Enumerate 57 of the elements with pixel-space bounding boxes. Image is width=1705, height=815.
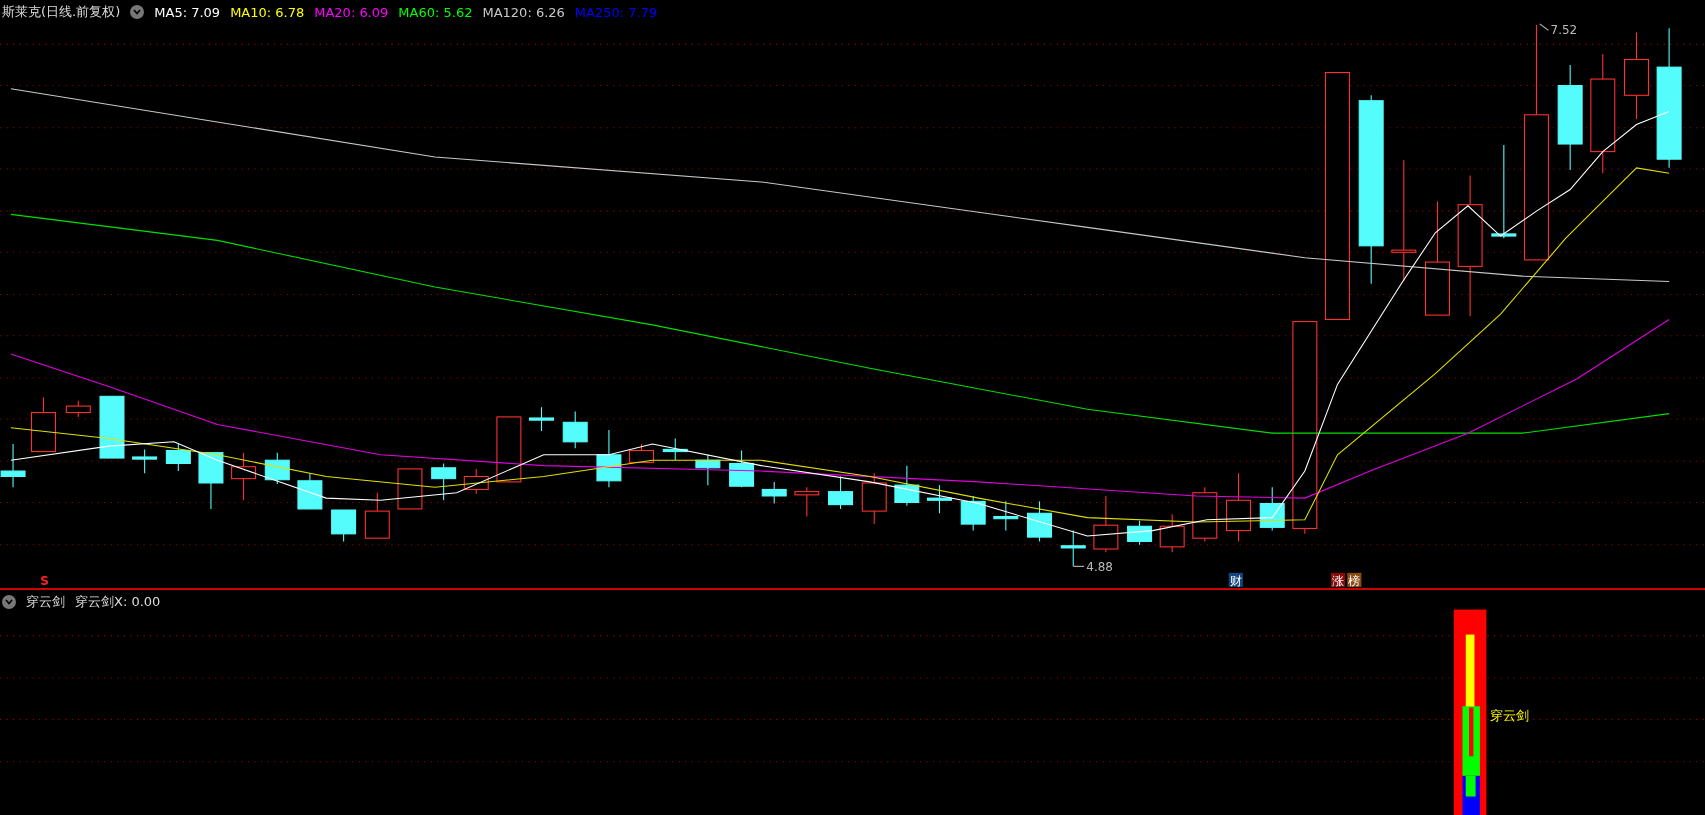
candlestick	[496, 416, 522, 483]
candlestick	[794, 486, 820, 518]
candlestick	[99, 395, 125, 459]
low-price-label: 4.88	[1072, 559, 1113, 574]
high-price-label: 7.52	[1539, 22, 1578, 37]
event-tag: 榜	[1347, 572, 1362, 588]
indicator-value: 穿云剑X: 0.00	[75, 593, 161, 611]
moving-average-label: MA120: 6.26	[482, 4, 565, 20]
candlestick	[562, 410, 588, 449]
candlestick	[662, 438, 688, 461]
indicator-name: 穿云剑	[26, 593, 65, 611]
candlestick	[397, 468, 423, 510]
event-tag: 涨	[1330, 572, 1346, 588]
candlestick	[596, 429, 622, 488]
candlestick	[65, 400, 91, 418]
candlestick	[463, 468, 489, 495]
candlestick	[1159, 513, 1185, 553]
event-tag: 财	[1228, 572, 1243, 588]
moving-average-label: MA60: 5.62	[398, 4, 473, 20]
candlestick	[132, 448, 158, 474]
candlestick	[629, 443, 655, 463]
candlestick	[861, 472, 887, 525]
signal-mark: S	[40, 573, 49, 588]
candlestick	[1259, 486, 1285, 532]
candlestick	[894, 465, 920, 507]
candlestick	[0, 443, 26, 488]
moving-average-label: MA20: 6.09	[314, 4, 389, 20]
candlestick	[529, 406, 554, 432]
moving-average-label: MA5: 7.09	[154, 4, 221, 20]
moving-average-label: MA250: 7.79	[574, 4, 658, 20]
candlestick	[828, 475, 854, 510]
candlestick	[960, 495, 986, 532]
candlestick	[364, 492, 390, 539]
candlestick	[729, 449, 755, 488]
dropdown-icon[interactable]	[130, 5, 145, 19]
candlestick	[31, 396, 56, 453]
moving-average-label: MA10: 6.78	[230, 4, 305, 20]
candlestick	[1060, 530, 1086, 567]
candlestick	[927, 484, 952, 514]
candlestick	[1127, 520, 1153, 546]
candlestick	[165, 443, 191, 472]
candlestick	[1093, 495, 1119, 553]
chart-title: 斯莱克(日线.前复权)	[2, 3, 121, 21]
candlestick	[695, 454, 721, 486]
candlestick	[431, 462, 457, 501]
candlestick	[297, 472, 323, 510]
candlestick	[264, 452, 290, 485]
candlestick	[1192, 486, 1218, 542]
signal-label: 穿云剑	[1489, 708, 1529, 724]
candlestick	[1226, 472, 1252, 542]
candlestick	[231, 452, 257, 501]
candlestick	[198, 452, 224, 510]
candlestick	[993, 500, 1019, 532]
dropdown-icon[interactable]	[2, 595, 16, 609]
candlestick	[331, 509, 357, 542]
candlestick	[1027, 500, 1053, 542]
candlestick	[761, 481, 787, 505]
